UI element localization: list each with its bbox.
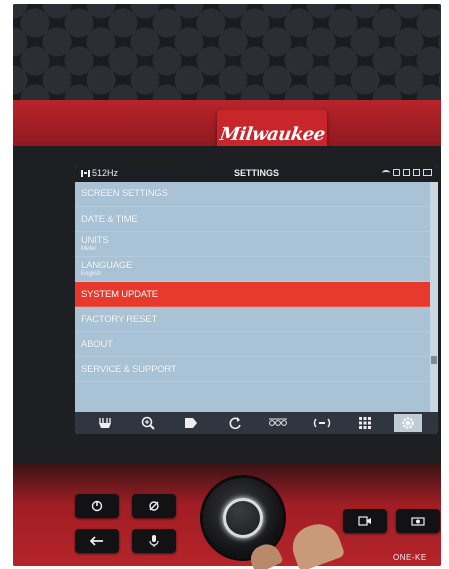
battery-icon — [423, 169, 432, 176]
menu-item-label: LANGUAGE — [81, 260, 133, 271]
menu-item-date-time[interactable]: DATE & TIME — [75, 207, 430, 232]
back-button[interactable] — [75, 529, 119, 553]
power-button[interactable] — [75, 494, 119, 518]
wifi-icon — [382, 169, 390, 176]
menu-item-screen-settings[interactable]: SCREEN SETTINGS — [75, 182, 430, 207]
menu-item-about[interactable]: ABOUT — [75, 332, 430, 357]
settings-menu: SCREEN SETTINGS DATE & TIME UNITS Meter … — [75, 182, 430, 382]
menu-item-language[interactable]: LANGUAGE English — [75, 257, 430, 282]
settings-icon[interactable] — [394, 414, 423, 432]
menu-item-label: SYSTEM UPDATE — [81, 289, 158, 300]
status-icons — [382, 169, 432, 176]
menu-item-label: ABOUT — [81, 339, 113, 350]
menu-item-factory-reset[interactable]: FACTORY RESET — [75, 307, 430, 332]
menu-item-label: FACTORY RESET — [81, 314, 158, 325]
microphone-button[interactable] — [132, 529, 176, 553]
menu-item-value: Meter — [81, 246, 97, 252]
bottom-toolbar — [75, 412, 438, 434]
grid-icon[interactable] — [351, 414, 379, 432]
microphone-icon — [149, 535, 159, 547]
knob-select-ring[interactable] — [223, 498, 263, 538]
monitor-icon — [413, 169, 420, 176]
photo-capture-button[interactable] — [396, 509, 440, 533]
menu-item-label: DATE & TIME — [81, 214, 138, 225]
menu-item-label: SCREEN SETTINGS — [81, 188, 168, 199]
camera-icon — [411, 517, 425, 526]
sonde-icon[interactable] — [308, 414, 336, 432]
rotate-icon[interactable] — [221, 414, 249, 432]
zoom-icon[interactable] — [134, 414, 162, 432]
diameter-button[interactable] — [132, 494, 176, 518]
back-arrow-icon — [90, 536, 103, 546]
menu-item-service-support[interactable]: SERVICE & SUPPORT — [75, 357, 430, 382]
power-icon — [91, 500, 103, 512]
status-bar: 512Hz SETTINGS — [75, 166, 438, 182]
diameter-icon — [149, 501, 159, 511]
menu-item-label: SERVICE & SUPPORT — [81, 364, 177, 375]
brand-logo-text: Milwaukee — [218, 123, 326, 145]
alert-icon — [393, 169, 400, 176]
video-record-button[interactable] — [343, 509, 387, 533]
card-icon — [403, 169, 410, 176]
tag-icon[interactable] — [177, 414, 205, 432]
video-icon — [358, 516, 371, 526]
menu-item-units[interactable]: UNITS Meter — [75, 232, 430, 257]
menu-scrollbar[interactable] — [430, 182, 438, 412]
menu-item-value: English — [81, 271, 101, 277]
speaker-grille — [13, 4, 441, 100]
scrollbar-thumb[interactable] — [431, 356, 437, 364]
menu-item-system-update[interactable]: SYSTEM UPDATE — [75, 282, 430, 307]
lighting-icon[interactable] — [91, 414, 119, 432]
device-screen: 512Hz SETTINGS SCREEN SETTINGS DATE & TI… — [75, 166, 438, 434]
menu-item-label: UNITS — [81, 235, 109, 246]
distance-icon[interactable] — [264, 414, 292, 432]
footer-brand: ONE-KE — [393, 553, 427, 562]
